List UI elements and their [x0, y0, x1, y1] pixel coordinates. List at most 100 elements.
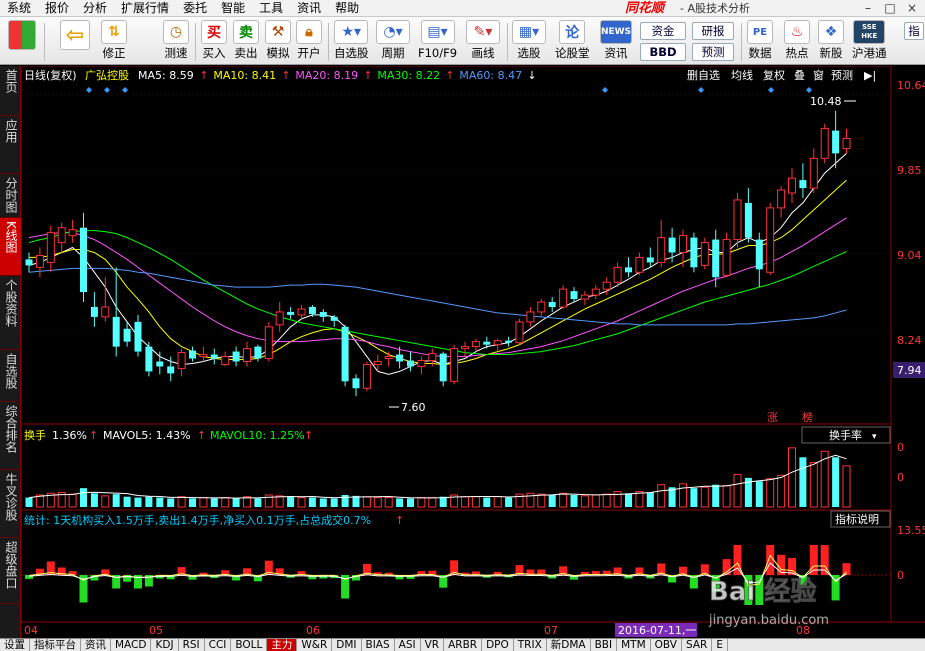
- app-title: - A股技术分析: [680, 2, 750, 15]
- toolbar-button-sell[interactable]: 卖 卖出: [233, 20, 259, 64]
- ma-legend-arrow: ↑: [281, 69, 290, 82]
- left-tab-watchlist[interactable]: 自选股: [0, 350, 21, 402]
- candle-body: [712, 239, 720, 278]
- tag-rise[interactable]: 涨: [767, 411, 778, 424]
- candle-body: [396, 354, 404, 362]
- left-tab-level2[interactable]: 超级盘口: [0, 538, 21, 604]
- menu-item[interactable]: 扩展行情: [114, 0, 176, 17]
- toolbar-button-f10[interactable]: ▤▾ F10/F9: [418, 20, 457, 64]
- tool-expand[interactable]: ▶|: [864, 69, 876, 82]
- back-button[interactable]: ⇦: [60, 20, 90, 64]
- ma-legend-item: MA5: 8.59: [138, 69, 194, 82]
- toolbar-button-buy[interactable]: 买 买入: [201, 20, 227, 64]
- left-tab-ranking[interactable]: 综合排名: [0, 402, 21, 470]
- tool-forecast[interactable]: 预测: [831, 69, 853, 82]
- toolbar-button-ipo[interactable]: ❖ 新股: [818, 20, 844, 64]
- bottom-tab[interactable]: E: [712, 639, 728, 651]
- toolbar-button-screener[interactable]: ▦▾ 选股: [512, 20, 546, 64]
- turnover-axis-tick: 0: [897, 441, 904, 454]
- menu-item[interactable]: 智能: [214, 0, 252, 17]
- close-icon[interactable]: ×: [903, 1, 921, 15]
- forecast-button[interactable]: 预测: [692, 43, 734, 61]
- menu-item[interactable]: 帮助: [328, 0, 366, 17]
- tool-window[interactable]: 窗: [813, 68, 824, 82]
- research-button[interactable]: 研报: [692, 22, 734, 40]
- minimize-icon[interactable]: –: [859, 1, 877, 15]
- turnover-bar: [809, 461, 818, 508]
- candle-body: [210, 354, 218, 359]
- bottom-tab[interactable]: SAR: [682, 639, 713, 651]
- toolbar-more-button[interactable]: 指: [904, 22, 924, 40]
- left-tab-stock-profile[interactable]: 个股资料: [0, 276, 21, 350]
- candle-body: [221, 356, 230, 365]
- turnover-bar: [428, 497, 437, 508]
- kline-chart-area[interactable]: 日线(复权) 广弘控股 MA5: 8.59 ↑ MA10: 8.41 ↑ MA20: 8…: [20, 65, 925, 638]
- toolbar-button-watchlist[interactable]: ★▾ 自选股: [334, 20, 369, 64]
- toolbar-button-hk-connect[interactable]: SSE HKE 沪港通: [852, 20, 887, 64]
- bottom-tab[interactable]: DPO: [482, 639, 514, 651]
- candle-body: [25, 259, 33, 266]
- bottom-tab[interactable]: BIAS: [362, 639, 395, 651]
- bottom-tab[interactable]: 新DMA: [547, 639, 591, 651]
- bbd-button[interactable]: BBD: [640, 43, 686, 61]
- bottom-tab[interactable]: KDJ: [151, 639, 179, 651]
- toolbar-button-data[interactable]: PE 数据: [747, 20, 773, 64]
- bottom-tab[interactable]: RSI: [179, 639, 205, 651]
- bottom-tab[interactable]: MACD: [111, 639, 152, 651]
- capital-flow-button[interactable]: 资金: [640, 22, 686, 40]
- turnover-bar: [319, 498, 327, 507]
- maximize-icon[interactable]: □: [881, 1, 899, 15]
- bottom-tab[interactable]: VR: [421, 639, 445, 651]
- chevron-down-icon[interactable]: ▾: [872, 432, 877, 442]
- back-arrow-icon: ⇦: [60, 20, 90, 50]
- bottom-tab[interactable]: 主力: [267, 639, 298, 651]
- event-marker-icon: [122, 87, 128, 93]
- bottom-tab[interactable]: 设置: [0, 639, 30, 651]
- tag-list[interactable]: 榜: [802, 410, 813, 424]
- bottom-tab[interactable]: BBI: [591, 639, 618, 651]
- bottom-tab[interactable]: ARBR: [444, 639, 483, 651]
- bottom-tab[interactable]: MTM: [617, 639, 651, 651]
- menu-item[interactable]: 系统: [0, 0, 38, 17]
- toolbar-button-fix[interactable]: ⇅ 修正: [101, 20, 127, 64]
- left-tab-apps[interactable]: 应用: [0, 116, 21, 174]
- toolbar-button-news[interactable]: NEWS 资讯: [600, 20, 632, 64]
- bottom-tab[interactable]: 指标平台: [30, 639, 81, 651]
- candle-body: [341, 326, 349, 382]
- left-tab-home[interactable]: 首页: [0, 66, 21, 116]
- toolbar-button-sim[interactable]: ⚒ 模拟: [265, 20, 291, 64]
- bottom-tab[interactable]: 资讯: [81, 639, 111, 651]
- menu-item[interactable]: 委托: [176, 0, 214, 17]
- candle-body: [417, 360, 426, 367]
- tool-adjust[interactable]: 复权: [763, 68, 785, 82]
- toolbar-button-draw[interactable]: ✎▾ 画线: [466, 20, 500, 64]
- institution-stats: 统计: 1天机构买入1.5万手,卖出1.4万手,净买入0.1万手,占总成交0.7…: [24, 513, 371, 527]
- bottom-tab[interactable]: BOLL: [231, 639, 268, 651]
- toolbar-button-forum[interactable]: 论 论股堂: [555, 20, 590, 64]
- tool-ma[interactable]: 均线: [731, 68, 753, 82]
- left-tab-intraday[interactable]: 分时图: [0, 174, 21, 218]
- toolbar-button-speed[interactable]: ◷ 测速: [163, 20, 189, 64]
- tool-overlay[interactable]: 叠: [794, 69, 805, 82]
- toolbar-button-open-account[interactable]: 🔒︎ 开户: [296, 20, 322, 64]
- bottom-tab[interactable]: CCI: [205, 639, 232, 651]
- toolbar-button-hot[interactable]: ♨ 热点: [784, 20, 810, 64]
- high-price-label: 10.48: [810, 95, 842, 108]
- toolbar-button-grid[interactable]: [8, 20, 36, 64]
- bottom-tab[interactable]: OBV: [651, 639, 682, 651]
- left-tab-diagnosis[interactable]: 牛叉诊股: [0, 470, 21, 538]
- bottom-tab[interactable]: TRIX: [514, 639, 547, 651]
- bottom-tab[interactable]: W&R: [297, 639, 333, 651]
- menu-item[interactable]: 资讯: [290, 0, 328, 17]
- bottom-tab[interactable]: ASI: [395, 639, 421, 651]
- left-tab-kline[interactable]: K线图: [0, 218, 21, 276]
- turnover-bar: [646, 492, 654, 507]
- menu-item[interactable]: 分析: [76, 0, 114, 17]
- candle-body: [690, 237, 698, 268]
- kline-chart[interactable]: 日线(复权) 广弘控股 MA5: 8.59 ↑ MA10: 8.41 ↑ MA20: 8…: [20, 65, 925, 638]
- bottom-tab[interactable]: DMI: [332, 639, 362, 651]
- menu-item[interactable]: 工具: [252, 0, 290, 17]
- menu-item[interactable]: 报价: [38, 0, 76, 17]
- toolbar-button-period[interactable]: ◔▾ 周期: [376, 20, 410, 64]
- tool-delete-watch[interactable]: 删自选: [687, 69, 720, 82]
